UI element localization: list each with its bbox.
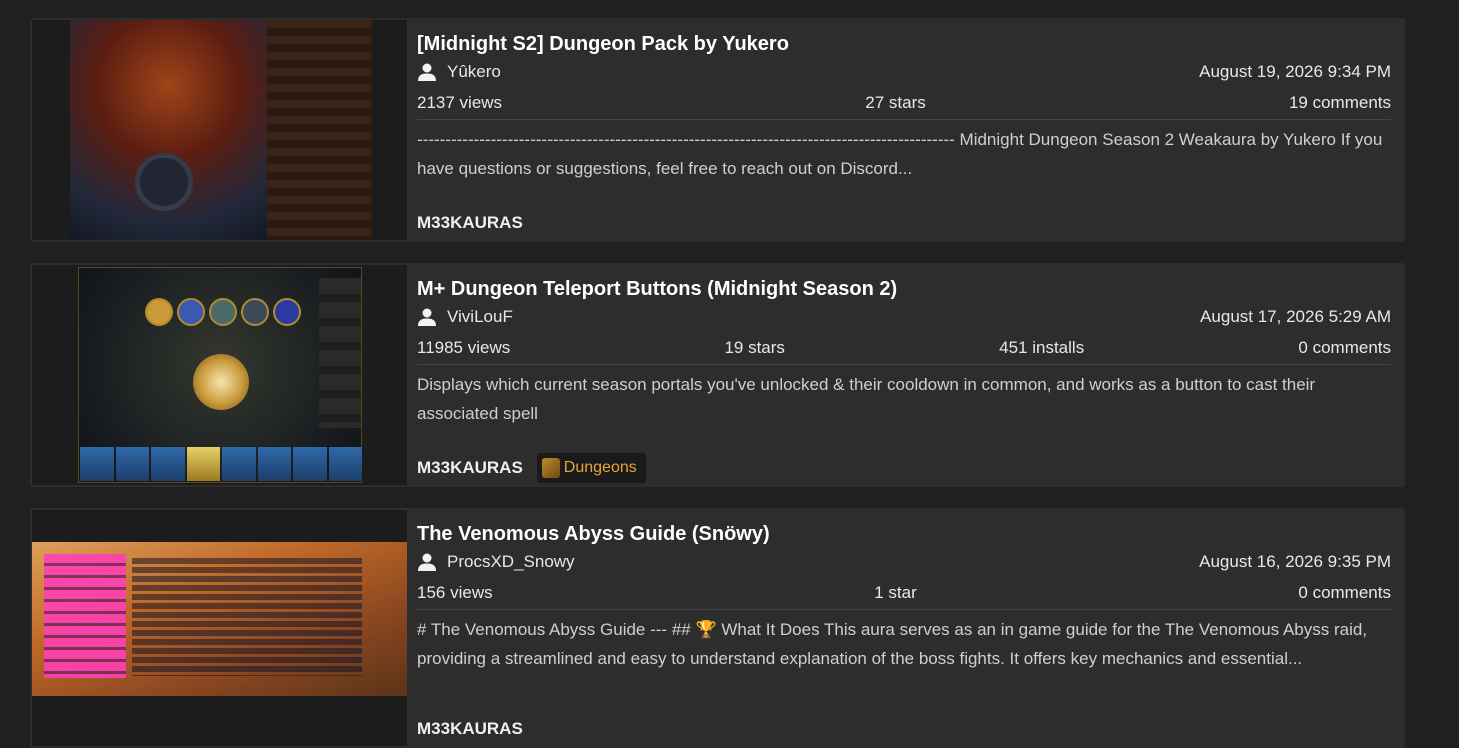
aura-title[interactable]: [Midnight S2] Dungeon Pack by Yukero	[417, 31, 1391, 57]
thumbnail-menu	[44, 554, 126, 678]
thumbnail-slot	[222, 447, 256, 481]
comments-count: 0 comments	[1298, 338, 1391, 357]
thumbnail-orb	[241, 298, 269, 326]
stars-count: 27 stars	[865, 93, 926, 112]
comments-count: 19 comments	[1288, 93, 1391, 112]
aura-card-body: The Venomous Abyss Guide (Snöwy) ProcsXD…	[417, 521, 1391, 673]
aura-date: August 19, 2026 9:34 PM	[1199, 62, 1391, 81]
aura-footer: M33KAURAS	[417, 714, 523, 744]
aura-thumbnail[interactable]	[32, 20, 407, 240]
thumbnail-orb	[209, 298, 237, 326]
aura-meta-row: ProcsXD_Snowy August 16, 2026 9:35 PM	[417, 547, 1391, 577]
thumbnail-slot	[293, 447, 327, 481]
aura-meta-row: Yûkero August 19, 2026 9:34 PM	[417, 57, 1391, 87]
author-name: ProcsXD_Snowy	[447, 552, 575, 571]
aura-footer: M33KAURAS Dungeons	[417, 453, 646, 483]
thumbnail-slot	[80, 447, 114, 481]
aura-card[interactable]: [Midnight S2] Dungeon Pack by Yukero Yûk…	[30, 18, 1405, 242]
thumbnail-slot	[257, 447, 291, 481]
aura-thumbnail[interactable]	[32, 510, 407, 746]
aura-author[interactable]: ProcsXD_Snowy	[417, 552, 575, 572]
author-name: ViviLouF	[447, 307, 513, 326]
vault-lock-icon	[193, 354, 249, 410]
thumbnail-sidebar	[319, 278, 361, 428]
thumbnail-slot	[151, 447, 185, 481]
aura-description: # The Venomous Abyss Guide --- ## 🏆 What…	[417, 620, 1368, 668]
aura-date: August 16, 2026 9:35 PM	[1199, 552, 1391, 571]
thumbnail-slot	[186, 447, 220, 481]
aura-stats: 11985 views 19 stars 451 installs 0 comm…	[417, 332, 1391, 365]
aura-list: [Midnight S2] Dungeon Pack by Yukero Yûk…	[30, 18, 1405, 748]
tag-label: Dungeons	[563, 459, 637, 476]
stars-count: 19 stars	[724, 338, 785, 357]
stars-count: 1 star	[874, 583, 917, 602]
aura-date: August 17, 2026 5:29 AM	[1200, 307, 1391, 326]
thumbnail-ring	[135, 153, 193, 211]
user-icon	[418, 308, 436, 326]
aura-source: M33KAURAS	[417, 213, 523, 232]
installs-count: 451 installs	[999, 338, 1085, 357]
user-icon	[418, 553, 436, 571]
aura-description: ----------------------------------------…	[417, 130, 1383, 178]
aura-author[interactable]: Yûkero	[417, 62, 501, 82]
thumbnail-scene	[32, 542, 407, 696]
aura-card-body: M+ Dungeon Teleport Buttons (Midnight Se…	[417, 276, 1391, 428]
aura-author[interactable]: ViviLouF	[417, 307, 513, 327]
comments-count: 0 comments	[1298, 583, 1391, 602]
aura-thumbnail[interactable]	[32, 265, 407, 485]
aura-card[interactable]: M+ Dungeon Teleport Buttons (Midnight Se…	[30, 263, 1405, 487]
aura-stats: 156 views 1 star 0 comments	[417, 577, 1391, 610]
views-count: 2137 views	[417, 93, 503, 112]
aura-title[interactable]: The Venomous Abyss Guide (Snöwy)	[417, 521, 1391, 547]
aura-card[interactable]: The Venomous Abyss Guide (Snöwy) ProcsXD…	[30, 508, 1405, 748]
dungeon-icon	[541, 458, 560, 478]
aura-source: M33KAURAS	[417, 719, 523, 738]
thumbnail-orb	[177, 298, 205, 326]
thumbnail-panel	[267, 20, 372, 240]
thumbnail-text	[132, 558, 362, 676]
thumbnail-slots	[79, 446, 363, 482]
aura-title[interactable]: M+ Dungeon Teleport Buttons (Midnight Se…	[417, 276, 1391, 302]
thumbnail-orb	[273, 298, 301, 326]
thumbnail-scene	[78, 267, 362, 483]
aura-meta-row: ViviLouF August 17, 2026 5:29 AM	[417, 302, 1391, 332]
user-icon	[418, 63, 436, 81]
aura-card-body: [Midnight S2] Dungeon Pack by Yukero Yûk…	[417, 31, 1391, 183]
thumbnail-slot	[328, 447, 362, 481]
views-count: 156 views	[417, 583, 493, 602]
aura-stats: 2137 views 27 stars 19 comments	[417, 87, 1391, 120]
author-name: Yûkero	[447, 62, 501, 81]
aura-description: Displays which current season portals yo…	[417, 375, 1316, 423]
views-count: 11985 views	[417, 338, 511, 357]
thumbnail-orb	[145, 298, 173, 326]
tag-dungeons[interactable]: Dungeons	[536, 453, 646, 483]
aura-source: M33KAURAS	[417, 458, 523, 477]
thumbnail-slot	[115, 447, 149, 481]
aura-footer: M33KAURAS	[417, 208, 523, 238]
